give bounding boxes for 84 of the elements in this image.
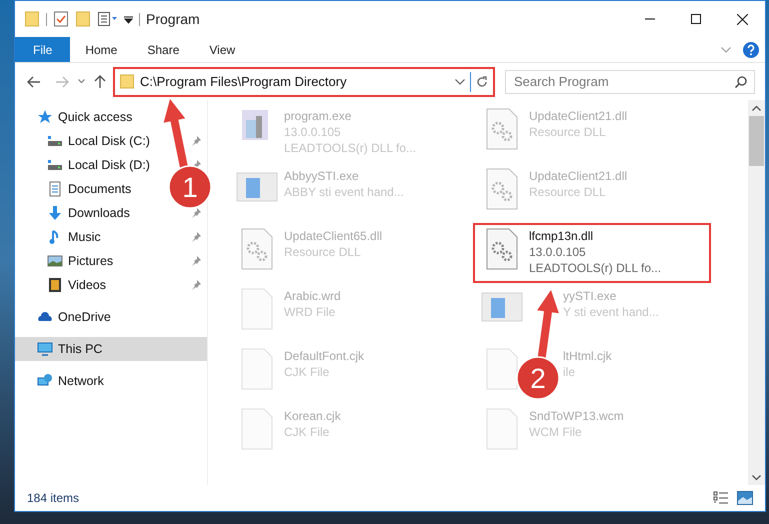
sidebar-item[interactable]: Local Disk (D:) [47,156,150,174]
ribbon-tab[interactable]: View [194,37,250,62]
dropdown-arrow-icon[interactable] [124,14,133,24]
sidebar-item[interactable]: This PC [15,337,207,361]
up-arrow-icon[interactable] [94,75,106,88]
properties-icon[interactable] [54,11,68,27]
recent-dropdown-icon[interactable] [78,79,85,84]
file-name: yySTI.exe [563,288,618,304]
step-number: 2 [530,363,546,394]
file-name: Korean.cjk [284,408,341,424]
layout-icon[interactable] [98,12,118,26]
step-number: 1 [182,172,198,203]
file-detail: WCM File [529,424,583,440]
search-field[interactable]: Search Program [505,70,755,94]
folder-icon [120,74,134,89]
downloads-icon [47,205,63,221]
sidebar-item[interactable]: Local Disk (C:) [47,132,150,150]
scroll-up-icon[interactable] [752,105,761,111]
ribbon-tab[interactable]: Share [132,37,194,62]
file-name: Arabic.wrd [284,288,341,304]
documents-icon [47,181,63,197]
dropdown-caret-icon[interactable] [455,78,465,84]
sidebar-item[interactable]: OneDrive [37,308,111,326]
search-icon[interactable] [735,76,747,88]
file-name: DefaultFont.cjk [284,348,364,364]
window-title: Program [146,10,200,29]
file-name: SndToWP13.wcm [529,408,624,424]
sidebar-item[interactable]: Pictures [47,252,114,270]
file-name: UpdateClient21.dll [529,168,628,184]
maximize-icon [691,14,701,24]
file-detail: CJK File [284,364,330,380]
file-detail: WRD File [284,304,336,320]
item-count: 184 items [27,490,80,507]
scrollbar[interactable] [748,100,765,485]
file-name: UpdateClient65.dll [284,228,382,244]
step-badge [168,165,212,209]
file-detail: Resource DLL [529,184,607,200]
file-detail: 13.0.0.105 [284,124,342,140]
address-bar[interactable]: C:\Program Files\Program Directory [113,66,495,96]
tiles-view-icon[interactable] [737,491,753,505]
file-name: program.exe [284,108,352,124]
details-view-icon[interactable] [713,491,729,505]
back-arrow-icon[interactable] [27,76,40,88]
file-detail: CJK File [284,424,330,440]
step-badge [516,356,560,400]
quick-icon [37,109,53,125]
sidebar-item[interactable]: Network [37,372,104,390]
file-name: UpdateClient21.dll [529,108,628,124]
pin-icon[interactable] [191,256,201,266]
scrollbar-thumb[interactable] [749,116,764,166]
file-detail: Y sti event hand... [563,304,659,320]
sidebar-item[interactable]: Videos [47,276,106,294]
disk-icon [47,157,63,173]
pin-icon[interactable] [191,280,201,290]
videos-icon [47,277,63,293]
file-detail: Resource DLL [529,124,607,140]
scroll-down-icon[interactable] [752,475,761,481]
chevron-down-icon[interactable] [721,46,731,52]
pin-icon[interactable] [191,136,201,146]
close-icon [736,14,748,24]
sidebar-item[interactable]: Documents [47,180,132,198]
sidebar-item[interactable]: Downloads [47,204,130,222]
file-detail: LEADTOOLS(r) DLL fo... [529,260,662,276]
file-name: AbbyySTI.exe [284,168,360,184]
sidebar-item[interactable]: Music [47,228,101,246]
help-icon[interactable] [743,42,759,58]
file-detail: Resource DLL [284,244,362,260]
sidebar-item[interactable]: Quick access [37,108,132,126]
file-detail: LEADTOOLS(r) DLL fo... [284,140,416,156]
file-name: ltHtml.cjk [563,348,612,364]
ribbon-tab[interactable]: Home [70,37,132,62]
ribbon-tab[interactable]: File [15,37,70,62]
file-name: lfcmp13n.dll [529,228,594,244]
file-detail: ile [563,364,576,380]
pc-icon [37,341,53,357]
disk-icon [47,133,63,149]
pictures-icon [47,253,63,269]
file-item[interactable]: lfcmp13n.dll 13.0.0.105 LEADTOOLS(r) DLL fo... [473,223,711,283]
refresh-icon[interactable] [476,76,488,88]
pin-icon[interactable] [191,208,201,218]
pin-icon[interactable] [191,232,201,242]
file-detail: 13.0.0.105 [529,244,587,260]
file-detail: ABBY sti event hand... [284,184,404,200]
address-path: C:\Program Files\Program Directory [140,72,348,91]
